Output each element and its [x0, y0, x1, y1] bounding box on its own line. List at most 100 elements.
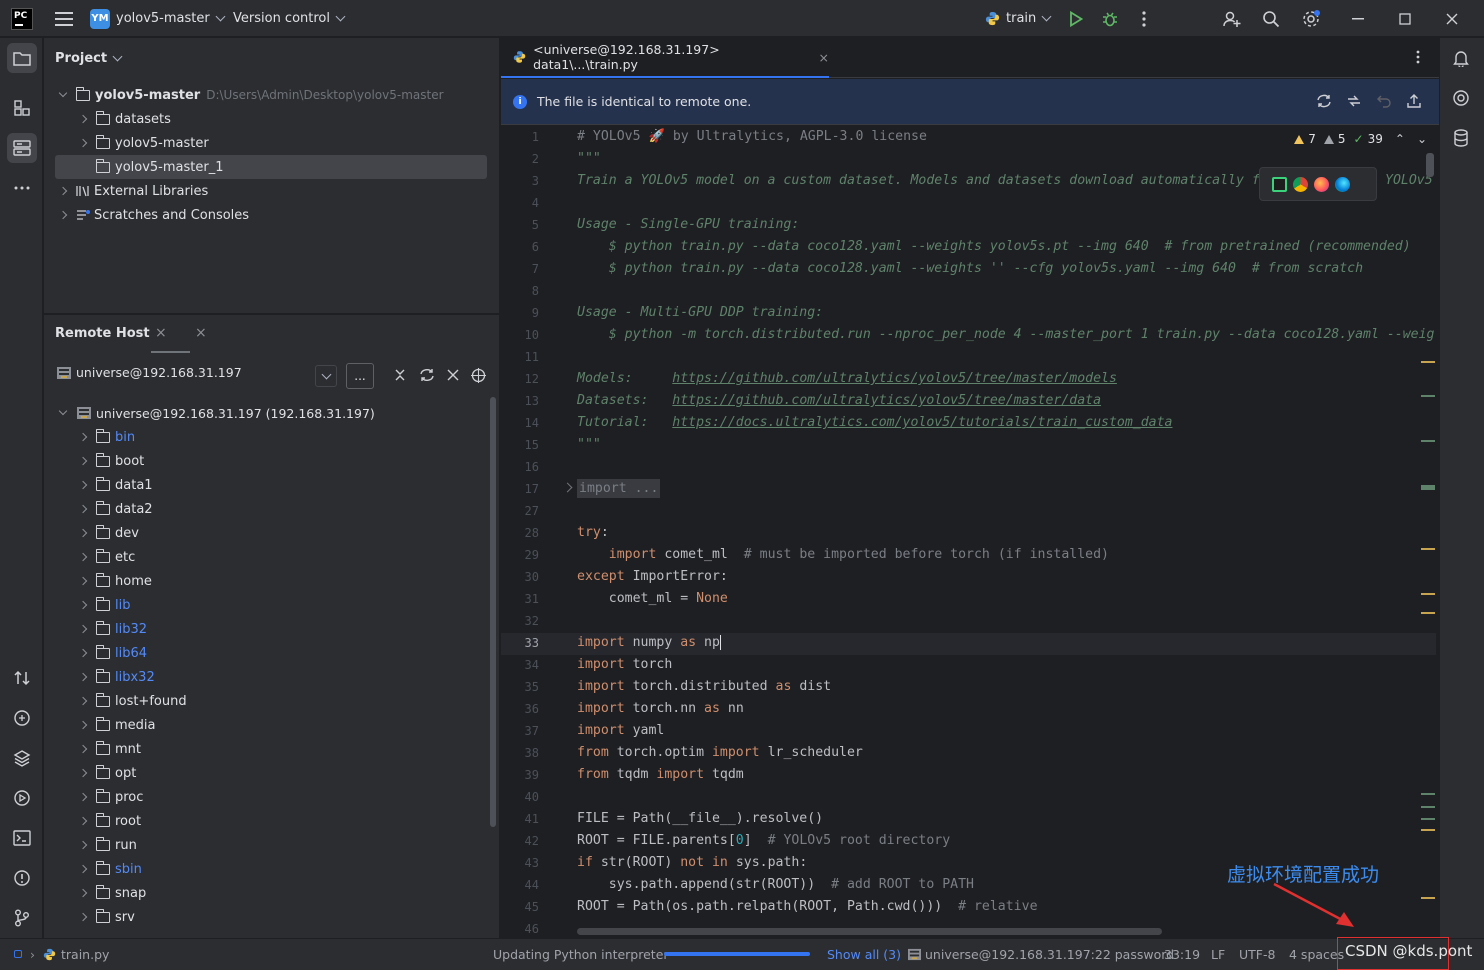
editor-horizontal-scrollbar[interactable] [577, 928, 1162, 935]
expand-arrow-icon[interactable] [58, 186, 68, 196]
error-stripe-marker[interactable] [1421, 361, 1435, 363]
close-tab-icon[interactable]: × [155, 325, 167, 341]
remote-folder-row[interactable]: data2 [78, 497, 153, 521]
expand-arrow-icon[interactable] [78, 840, 88, 850]
line-number[interactable]: 44 [501, 878, 539, 892]
line-number[interactable]: 10 [501, 328, 539, 342]
line-number[interactable]: 9 [501, 306, 539, 320]
expand-arrow-icon[interactable] [78, 888, 88, 898]
error-stripe-marker[interactable] [1421, 593, 1435, 595]
line-number[interactable]: 12 [501, 372, 539, 386]
remote-folder-row[interactable]: lost+found [78, 689, 187, 713]
indent-setting[interactable]: 4 spaces [1289, 939, 1344, 969]
pycharm-browser-icon[interactable] [1272, 176, 1287, 192]
expand-arrow-icon[interactable] [58, 88, 68, 98]
remote-folder-row[interactable]: mnt [78, 737, 141, 761]
line-number[interactable]: 36 [501, 702, 539, 716]
line-number[interactable]: 15 [501, 438, 539, 452]
remote-folder-row[interactable]: boot [78, 449, 144, 473]
close-window-icon[interactable] [1438, 5, 1466, 33]
error-stripe-marker[interactable] [1421, 440, 1435, 442]
structure-tool-icon[interactable] [7, 93, 37, 123]
database-icon[interactable] [1446, 123, 1476, 153]
remote-folder-row[interactable]: lib [78, 593, 130, 617]
expand-arrow-icon[interactable] [78, 696, 88, 706]
maximize-icon[interactable] [1391, 5, 1419, 33]
line-separator[interactable]: LF [1211, 939, 1225, 969]
project-switcher[interactable]: YM yolov5-master [90, 0, 226, 37]
inspection-widget[interactable]: 7 5 ✓ 39 ⌃ ⌄ [1294, 132, 1427, 146]
edge-icon[interactable] [1335, 176, 1350, 192]
remote-folder-row[interactable]: snap [78, 881, 146, 905]
add-user-icon[interactable] [1218, 5, 1246, 33]
error-stripe-marker[interactable] [1421, 806, 1435, 808]
line-number[interactable]: 45 [501, 900, 539, 914]
line-number[interactable]: 37 [501, 724, 539, 738]
pycharm-logo-icon[interactable]: PC [11, 7, 33, 30]
line-number[interactable]: 46 [501, 922, 539, 936]
line-number[interactable]: 11 [501, 350, 539, 364]
interpreter-selector[interactable]: universe@192.168.31.197:22 password [907, 939, 1174, 969]
collapse-all-icon[interactable] [393, 368, 407, 386]
expand-arrow-icon[interactable] [78, 528, 88, 538]
search-icon[interactable] [1257, 5, 1285, 33]
line-number[interactable]: 4 [501, 196, 539, 210]
line-number[interactable]: 16 [501, 460, 539, 474]
background-task-label[interactable]: Updating Python interpreter [493, 939, 669, 969]
line-number[interactable]: 32 [501, 614, 539, 628]
run-icon[interactable] [1062, 5, 1090, 33]
tree-item-external-libraries[interactable]: External Libraries [58, 179, 208, 203]
error-stripe-marker[interactable] [1421, 829, 1435, 831]
expand-arrow-icon[interactable] [78, 864, 88, 874]
line-number[interactable]: 39 [501, 768, 539, 782]
line-number[interactable]: 29 [501, 548, 539, 562]
git-icon[interactable] [7, 903, 37, 933]
close-tab-icon[interactable]: × [819, 50, 829, 65]
locate-icon[interactable] [471, 368, 486, 387]
remote-folder-row[interactable]: sbin [78, 857, 142, 881]
browse-more-button[interactable]: ... [346, 363, 374, 389]
expand-arrow-icon[interactable] [58, 406, 68, 416]
line-number[interactable]: 7 [501, 262, 539, 276]
ai-assistant-icon[interactable] [1446, 83, 1476, 113]
line-number[interactable]: 41 [501, 812, 539, 826]
minimize-icon[interactable] [1344, 5, 1372, 33]
breadcrumb[interactable]: › train.py [14, 939, 109, 969]
previous-highlight-icon[interactable]: ⌃ [1395, 132, 1405, 146]
terminal-icon[interactable] [7, 823, 37, 853]
line-number[interactable]: 35 [501, 680, 539, 694]
project-tool-icon[interactable] [7, 43, 37, 73]
line-number[interactable]: 3 [501, 174, 539, 188]
line-number[interactable]: 14 [501, 416, 539, 430]
show-all-tasks-link[interactable]: Show all (3) [827, 939, 901, 969]
expand-arrow-icon[interactable] [78, 672, 88, 682]
line-number[interactable]: 38 [501, 746, 539, 760]
python-console-icon[interactable] [7, 703, 37, 733]
expand-arrow-icon[interactable] [78, 504, 88, 514]
expand-arrow-icon[interactable] [78, 912, 88, 922]
deployment-sync-icon[interactable] [7, 663, 37, 693]
remote-folder-row[interactable]: libx32 [78, 665, 155, 689]
remote-folder-row[interactable]: dev [78, 521, 139, 545]
remote-host-tool-icon[interactable] [7, 133, 37, 163]
line-number[interactable]: 1 [501, 130, 539, 144]
connection-selector[interactable]: universe@192.168.31.197 [56, 365, 242, 380]
caret-position[interactable]: 33:19 [1164, 939, 1200, 969]
expand-arrow-icon[interactable] [78, 624, 88, 634]
remote-folder-row[interactable]: bin [78, 425, 135, 449]
tab-options-icon[interactable] [1416, 50, 1420, 68]
connection-dropdown-button[interactable] [315, 365, 337, 387]
line-number[interactable]: 40 [501, 790, 539, 804]
remote-host-title[interactable]: Remote Host [55, 326, 150, 341]
line-number[interactable]: 31 [501, 592, 539, 606]
line-number[interactable]: 17 [501, 482, 539, 496]
error-stripe-marker[interactable] [1421, 485, 1435, 490]
remote-folder-row[interactable]: srv [78, 905, 135, 929]
vcs-menu[interactable]: Version control [233, 0, 346, 37]
expand-arrow-icon[interactable] [78, 792, 88, 802]
expand-arrow-icon[interactable] [78, 456, 88, 466]
refresh-icon[interactable] [419, 368, 435, 386]
error-stripe-marker[interactable] [1421, 612, 1435, 614]
error-stripe-marker[interactable] [1421, 897, 1435, 899]
tree-item-datasets[interactable]: datasets [78, 107, 171, 131]
